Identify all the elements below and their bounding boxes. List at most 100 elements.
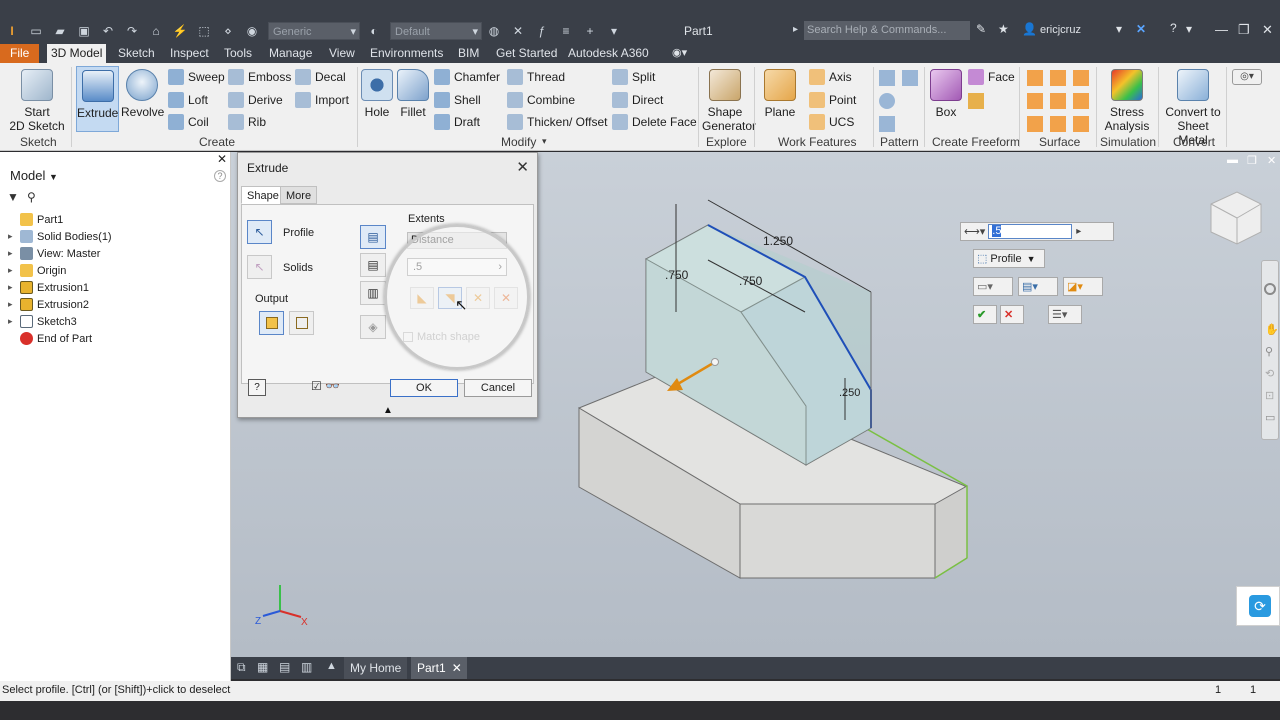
mini-ok-button[interactable]: ✔ (973, 305, 997, 324)
dialog-help-button[interactable]: ? (248, 379, 266, 396)
boundary-patch-icon[interactable] (1027, 116, 1043, 132)
delete-face-button[interactable]: Delete Face (612, 112, 697, 132)
tab-shape[interactable]: Shape (241, 186, 285, 204)
decal-button[interactable]: Decal (295, 67, 346, 87)
tab-sketch[interactable]: Sketch (114, 44, 159, 63)
circular-pattern-icon[interactable] (879, 93, 895, 109)
appearance-combo[interactable]: Default (390, 22, 482, 41)
look-at-icon[interactable]: ⊡ (1265, 389, 1274, 402)
measure-icon[interactable]: ⋄ (220, 24, 236, 38)
tab-manage[interactable]: Manage (265, 44, 316, 63)
collapse-arrow-icon[interactable]: ▲ (383, 405, 393, 416)
arrange-vertical-icon[interactable]: ▥ (301, 660, 312, 674)
tree-item-part1[interactable]: Part1 (8, 211, 63, 228)
emboss-button[interactable]: Emboss (228, 67, 291, 87)
direction-selector[interactable]: ◪▾ (1063, 277, 1103, 296)
dimension-label[interactable]: .750 (665, 268, 688, 282)
shell-button[interactable]: Shell (434, 90, 481, 110)
steering-wheel-icon[interactable] (1264, 283, 1276, 295)
distance-input[interactable]: .5 (988, 224, 1073, 239)
restore-icon[interactable]: ❐ (1238, 22, 1250, 38)
minimize-icon[interactable]: — (1215, 22, 1228, 37)
pan-icon[interactable]: ✋ (1265, 323, 1279, 336)
hole-button[interactable]: Hole (361, 69, 393, 119)
search-input[interactable]: Search Help & Commands... (804, 21, 970, 40)
tab-autodesk-a360[interactable]: Autodesk A360 (564, 44, 653, 63)
direct-button[interactable]: Direct (612, 90, 663, 110)
clear-icon[interactable]: ✕ (510, 24, 526, 38)
nav-menu-icon[interactable]: ▭ (1265, 411, 1275, 424)
revolve-button[interactable]: Revolve (121, 69, 164, 119)
dimension-label[interactable]: .750 (739, 274, 762, 288)
plane-button[interactable]: Plane (760, 69, 800, 119)
customize-icon[interactable]: ▾ (606, 24, 622, 38)
mini-cancel-button[interactable]: ✕ (1000, 305, 1024, 324)
expand-icon[interactable]: ▸ (8, 282, 20, 293)
stitch-icon[interactable] (1027, 70, 1043, 86)
profile-select-button[interactable]: ↖ (247, 220, 272, 244)
distance-direction-icon[interactable]: ⟷▾ (964, 225, 985, 238)
arrange-horizontal-icon[interactable]: ▤ (279, 660, 290, 674)
coil-button[interactable]: Coil (168, 112, 209, 132)
solids-select-button[interactable]: ↖ (247, 255, 272, 279)
panel-expand-icon[interactable]: ▾ (542, 136, 547, 147)
join-button[interactable]: ▤ (360, 225, 386, 249)
select-icon[interactable]: ⬚ (196, 24, 212, 38)
combine-button[interactable]: Combine (507, 90, 575, 110)
operation-selector[interactable]: ▤▾ (1018, 277, 1058, 296)
rectangular-pattern-icon[interactable] (879, 70, 895, 86)
freeform-convert-icon[interactable] (968, 93, 984, 109)
loft-button[interactable]: Loft (168, 90, 208, 110)
trim-icon[interactable] (1027, 93, 1043, 109)
fillet-button[interactable]: Fillet (397, 69, 429, 119)
ribbon-options-icon[interactable]: ◉▾ (672, 46, 687, 59)
new-icon[interactable]: ▭ (28, 24, 44, 38)
help-icon[interactable]: ? (1170, 21, 1177, 35)
box-button[interactable]: Box (928, 69, 964, 119)
close-icon[interactable]: ✕ (1262, 22, 1273, 38)
search-go-icon[interactable]: ✎ (976, 22, 986, 36)
open-icon[interactable]: ▰ (52, 24, 68, 38)
cloud-app-button[interactable]: ⟳ (1236, 586, 1280, 626)
shape-generator-button[interactable]: Shape Generator (702, 69, 756, 133)
help-icon[interactable]: ? (214, 170, 226, 182)
browser-close-icon[interactable]: ✕ (217, 152, 227, 166)
repair-bodies-icon[interactable] (1073, 116, 1089, 132)
favorites-icon[interactable]: ★ (998, 22, 1009, 36)
face-button[interactable]: Face (968, 67, 1015, 87)
param-icon[interactable]: ≡ (558, 24, 574, 38)
tree-item-extrusion2[interactable]: ▸ Extrusion2 (8, 296, 89, 313)
thicken-offset-button[interactable]: Thicken/ Offset (507, 112, 607, 132)
tab-scroll-icon[interactable]: ▲ (326, 660, 337, 672)
ribbon-display-options-icon[interactable]: ◎▾ (1232, 69, 1262, 85)
solid-selector[interactable]: ▭▾ (973, 277, 1013, 296)
ucs-button[interactable]: UCS (809, 112, 854, 132)
tab-part1[interactable]: Part1 ✕ (411, 657, 467, 679)
tab-inspect[interactable]: Inspect (166, 44, 213, 63)
split-button[interactable]: Split (612, 67, 655, 87)
chevron-right-icon[interactable]: ▸ (1076, 226, 1081, 237)
update-icon[interactable]: ⚡ (172, 24, 188, 38)
new-solid-button[interactable]: ◈ (360, 315, 386, 339)
properties-icon[interactable]: ◉ (244, 24, 260, 38)
orbit-icon[interactable]: ⟲ (1265, 367, 1274, 380)
thread-button[interactable]: Thread (507, 67, 565, 87)
tab-more[interactable]: More (280, 186, 318, 204)
help-menu-icon[interactable]: ▾ (1186, 22, 1192, 36)
profile-minitoolbar[interactable]: ⬚ Profile ▼ (973, 249, 1045, 268)
patch-icon[interactable] (1050, 70, 1066, 86)
sketch-pattern-icon[interactable] (879, 116, 895, 132)
fx-icon[interactable]: ƒ (534, 24, 550, 38)
expand-icon[interactable]: ▸ (8, 265, 20, 276)
tab-close-icon[interactable]: ✕ (452, 661, 462, 675)
material-combo[interactable]: Generic (268, 22, 360, 41)
draft-button[interactable]: Draft (434, 112, 480, 132)
tab-3d-model[interactable]: 3D Model (47, 44, 107, 63)
zoom-icon[interactable]: ⚲ (1265, 345, 1273, 358)
derive-button[interactable]: Derive (228, 90, 283, 110)
undo-icon[interactable]: ↶ (100, 24, 116, 38)
tile-icon[interactable]: ▦ (257, 660, 268, 674)
tab-environments[interactable]: Environments (366, 44, 447, 63)
tree-item-view-master[interactable]: ▸ View: Master (8, 245, 100, 262)
tab-my-home[interactable]: My Home (344, 657, 408, 679)
